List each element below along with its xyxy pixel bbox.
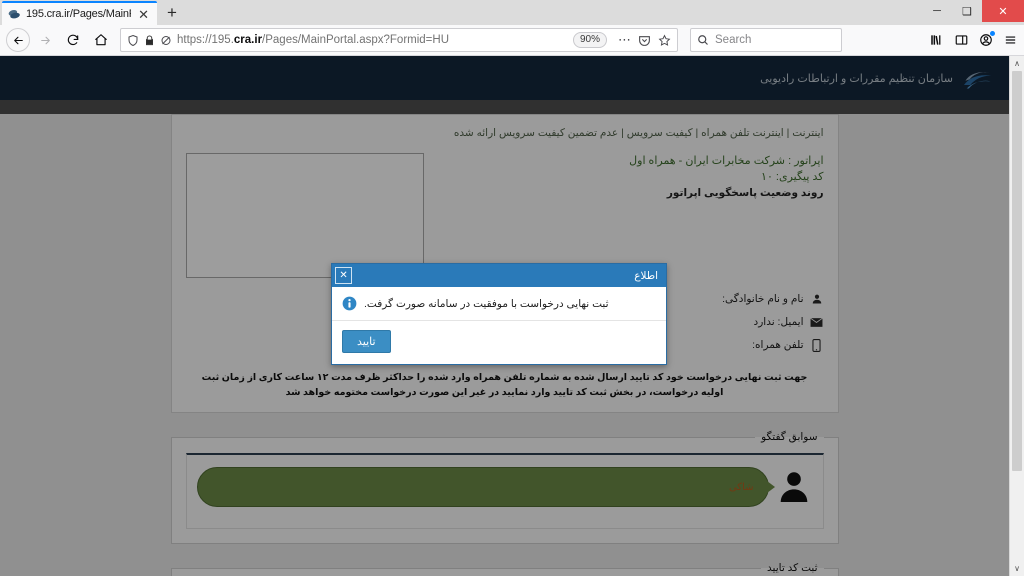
forward-button[interactable] [32, 27, 58, 53]
scrollbar-thumb[interactable] [1012, 71, 1022, 471]
field-email-label: ایمیل: ندارد [753, 316, 804, 328]
info-icon [342, 296, 357, 311]
browser-window: 195.cra.ir/Pages/MainPortal.as ✕ + ─ ❑ ✕ [0, 0, 1024, 576]
window-controls: ─ ❑ ✕ [922, 0, 1024, 22]
verification-code-section: ثبت کد تایید * کد تایید ارسال شده [170, 562, 839, 576]
account-icon-wrap [979, 31, 995, 47]
browser-viewport: سازمان تنظیم مقررات و ارتباطات رادیویی ا… [0, 56, 1024, 576]
navigation-toolbar: https://195.cra.ir/Pages/MainPortal.aspx… [0, 25, 1024, 56]
operator-line: اپراتور : شرکت مخابرات ایران - همراه اول [629, 155, 824, 167]
field-email: ایمیل: ندارد [652, 315, 824, 329]
shield-icon [128, 34, 138, 46]
person-avatar-icon [775, 468, 813, 506]
site-header: سازمان تنظیم مقررات و ارتباطات رادیویی [0, 56, 1009, 100]
toolbar-right-icons [919, 31, 1018, 47]
scroll-up-arrow[interactable]: ∧ [1010, 56, 1024, 71]
panel-meta-texts: اپراتور : شرکت مخابرات ایران - همراه اول… [629, 153, 823, 278]
url-bar[interactable]: https://195.cra.ir/Pages/MainPortal.aspx… [120, 28, 678, 52]
search-input[interactable]: Search [715, 34, 751, 46]
title-bar: 195.cra.ir/Pages/MainPortal.as ✕ + ─ ❑ ✕ [0, 0, 1024, 25]
account-badge-dot [990, 31, 995, 36]
chat-message-row: شاکی [196, 467, 813, 507]
field-full-name: نام و نام خانوادگی: [652, 292, 824, 306]
panel-meta-row: اپراتور : شرکت مخابرات ایران - همراه اول… [185, 153, 824, 278]
minimize-button[interactable]: ─ [922, 0, 952, 22]
verification-code-legend: ثبت کد تایید [767, 562, 818, 574]
search-bar[interactable]: Search [690, 28, 842, 52]
pocket-icon[interactable] [638, 34, 651, 47]
field-mobile-label: تلفن همراه: [752, 339, 804, 351]
back-button[interactable] [6, 28, 30, 52]
dialog-footer: تایید [332, 321, 666, 364]
image-placeholder [185, 153, 424, 278]
chat-history-body: شاکی [185, 453, 824, 529]
dialog-title: اطلاع [634, 269, 658, 282]
field-mobile: تلفن همراه: [652, 338, 824, 352]
new-tab-button[interactable]: + [157, 1, 187, 25]
search-icon [698, 35, 708, 45]
url-path: /Pages/MainPortal.aspx?Formid=HU [262, 34, 450, 46]
site-logo-text: سازمان تنظیم مقررات و ارتباطات رادیویی [760, 72, 953, 85]
cra-logo-icon [964, 72, 992, 89]
chat-bubble-label: شاکی [728, 481, 754, 493]
dialog-message: ثبت نهایی درخواست با موفقیت در سامانه صو… [364, 297, 609, 310]
user-icon [810, 292, 824, 306]
tab-close-icon[interactable]: ✕ [136, 8, 151, 21]
tracking-protection-off-icon [161, 35, 171, 45]
status-title: روند وضعیت پاسخگویی اپراتور [666, 187, 824, 199]
browser-tab[interactable]: 195.cra.ir/Pages/MainPortal.as ✕ [2, 1, 157, 25]
chat-history-section: سوابق گفتگو شاکی [170, 431, 839, 544]
chat-history-legend: سوابق گفتگو [761, 431, 818, 443]
web-page: سازمان تنظیم مقررات و ارتباطات رادیویی ا… [0, 56, 1009, 576]
url-scheme: https://195. [177, 34, 234, 46]
page-scrollbar[interactable]: ∧ ∨ [1009, 56, 1024, 576]
lock-icon [146, 34, 153, 45]
zoom-level-badge[interactable]: 90% [572, 32, 607, 48]
verification-note: جهت ثبت نهایی درخواست خود کد تایید ارسال… [201, 372, 808, 398]
sidebar-icon[interactable] [954, 33, 969, 47]
tab-strip: 195.cra.ir/Pages/MainPortal.as ✕ + [0, 0, 187, 25]
dialog-confirm-button[interactable]: تایید [342, 330, 391, 353]
urlbar-action-icons: ⋯ [612, 33, 671, 47]
tracking-code-line: کد پیگیری: ۱۰ [761, 171, 824, 183]
menu-hamburger-icon[interactable] [1003, 33, 1018, 47]
url-status-icons [127, 34, 172, 47]
chat-bubble-complainant: شاکی [196, 467, 775, 507]
field-full-name-label: نام و نام خانوادگی: [722, 293, 804, 305]
maximize-button[interactable]: ❑ [952, 0, 982, 22]
site-logo[interactable]: سازمان تنظیم مقررات و ارتباطات رادیویی [760, 64, 995, 92]
dialog-header: اطلاع ✕ [332, 264, 666, 287]
info-dialog: اطلاع ✕ ثبت نهایی درخواست با موفقیت در س… [331, 263, 667, 365]
bookmark-star-icon[interactable] [658, 34, 671, 47]
fields-column-1: نام و نام خانوادگی: ایمیل: ندارد تلفن هم… [652, 292, 824, 352]
mobile-phone-icon [810, 338, 824, 352]
home-button[interactable] [88, 27, 114, 53]
url-domain: cra.ir [233, 34, 263, 46]
reload-button[interactable] [60, 27, 86, 53]
breadcrumb: اینترنت | اینترنت تلفن همراه | کیفیت سرو… [453, 127, 824, 139]
scroll-down-arrow[interactable]: ∨ [1010, 561, 1024, 576]
tab-title: 195.cra.ir/Pages/MainPortal.as [26, 8, 131, 20]
dialog-body: ثبت نهایی درخواست با موفقیت در سامانه صو… [332, 287, 666, 321]
page-actions-icon[interactable]: ⋯ [618, 33, 631, 46]
favicon-icon [8, 8, 21, 21]
dialog-close-button[interactable]: ✕ [335, 267, 352, 284]
url-text: https://195.cra.ir/Pages/MainPortal.aspx… [177, 34, 568, 46]
library-icon[interactable] [929, 33, 944, 47]
close-window-button[interactable]: ✕ [982, 0, 1024, 22]
envelope-icon [810, 315, 824, 329]
